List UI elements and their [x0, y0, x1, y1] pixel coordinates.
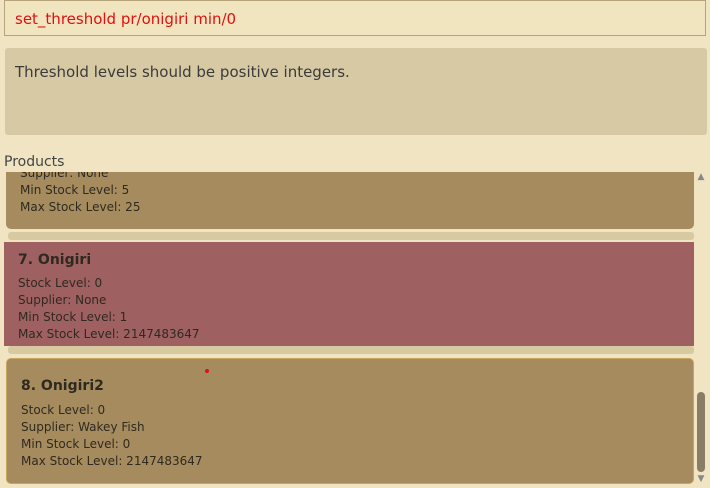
- list-divider: [8, 346, 694, 354]
- product-supplier: Supplier: Wakey Fish: [21, 420, 145, 434]
- result-message: Threshold levels should be positive inte…: [15, 63, 350, 81]
- command-input-text[interactable]: set_threshold pr/onigiri min/0: [15, 10, 236, 28]
- product-title: 7. Onigiri: [18, 252, 92, 268]
- product-supplier: Supplier: None: [18, 293, 107, 307]
- product-card-selected[interactable]: 7. Onigiri Stock Level: 0 Supplier: None…: [4, 242, 694, 346]
- chevron-down-icon[interactable]: ▼: [696, 474, 706, 484]
- product-max-stock: Max Stock Level: 25: [20, 200, 141, 214]
- product-card[interactable]: Supplier: None Min Stock Level: 5 Max St…: [6, 172, 694, 229]
- cursor-marker: [205, 369, 209, 373]
- product-min-stock: Min Stock Level: 5: [20, 183, 130, 197]
- command-box[interactable]: set_threshold pr/onigiri min/0: [4, 0, 706, 36]
- list-divider: [8, 232, 694, 240]
- list-scrollbar[interactable]: ▲ ▼: [694, 172, 708, 484]
- product-stock: Stock Level: 0: [21, 403, 106, 417]
- product-list[interactable]: Supplier: None Min Stock Level: 5 Max St…: [4, 172, 710, 484]
- product-card[interactable]: 8. Onigiri2 Stock Level: 0 Supplier: Wak…: [6, 358, 694, 484]
- product-stock: Stock Level: 0: [18, 276, 103, 290]
- product-max-stock: Max Stock Level: 2147483647: [21, 454, 203, 468]
- result-display: Threshold levels should be positive inte…: [5, 48, 707, 135]
- product-max-stock: Max Stock Level: 2147483647: [18, 327, 200, 341]
- product-min-stock: Min Stock Level: 0: [21, 437, 131, 451]
- products-label: Products: [4, 154, 65, 170]
- chevron-up-icon[interactable]: ▲: [696, 172, 706, 182]
- product-title: 8. Onigiri2: [21, 378, 104, 394]
- scroll-thumb[interactable]: [697, 392, 705, 472]
- product-supplier: Supplier: None: [20, 172, 109, 180]
- product-min-stock: Min Stock Level: 1: [18, 310, 128, 324]
